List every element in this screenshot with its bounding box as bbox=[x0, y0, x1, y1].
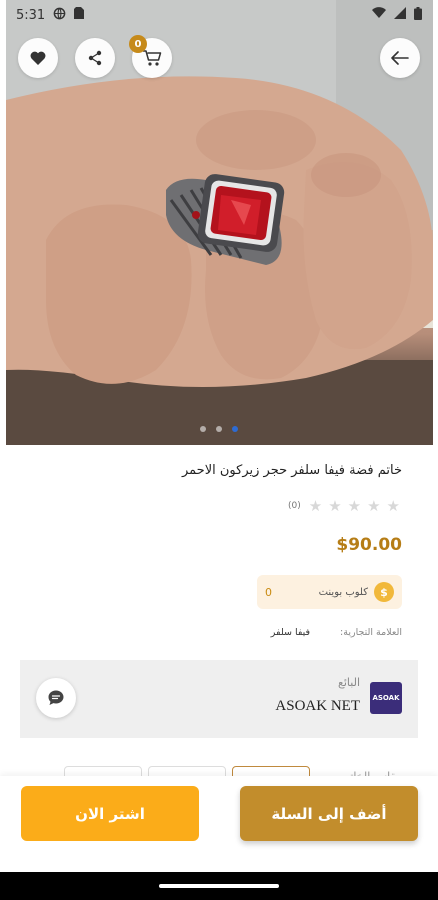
seller-logo: ASOAK bbox=[370, 682, 402, 714]
heart-icon bbox=[30, 51, 46, 65]
share-button[interactable] bbox=[75, 38, 115, 78]
back-button[interactable] bbox=[380, 38, 420, 78]
system-nav-bar bbox=[0, 872, 438, 900]
home-indicator[interactable] bbox=[159, 884, 279, 888]
signal-icon bbox=[394, 7, 406, 23]
seller-card[interactable]: ASOAK البائع ASOAK NET bbox=[20, 660, 418, 738]
product-title: خاتم فضة فيفا سلفر حجر زيركون الاحمر bbox=[181, 463, 402, 478]
gallery-dots bbox=[0, 426, 438, 432]
star-icon: ★ bbox=[347, 497, 362, 515]
product-image[interactable] bbox=[6, 0, 433, 445]
club-points-label-group: $ كلوب بوينت bbox=[319, 582, 394, 602]
globe-icon bbox=[53, 7, 66, 24]
favorite-button[interactable] bbox=[18, 38, 58, 78]
seller-name: ASOAK NET bbox=[275, 698, 360, 714]
arrow-left-icon bbox=[391, 51, 409, 65]
star-icon: ★ bbox=[386, 497, 400, 515]
rating[interactable]: ★ ★ ★ ★ ★ (0) bbox=[288, 497, 400, 515]
club-points-box: $ كلوب بوينت 0 bbox=[257, 575, 402, 609]
coin-icon: $ bbox=[374, 582, 394, 602]
gallery-dot[interactable] bbox=[200, 426, 206, 432]
brand-label: العلامة التجارية: bbox=[340, 627, 402, 638]
cart-icon bbox=[143, 50, 162, 66]
battery-icon bbox=[414, 6, 422, 24]
status-bar: 5:31 bbox=[0, 0, 438, 30]
cart-button[interactable]: 0 bbox=[129, 35, 172, 78]
wifi-icon bbox=[372, 7, 386, 23]
share-icon bbox=[88, 50, 102, 66]
star-icon: ★ bbox=[367, 497, 381, 515]
sim-card-icon bbox=[74, 7, 85, 23]
action-bar: أضف إلى السلة اشتر الان bbox=[0, 776, 438, 872]
ring-on-hand-illustration bbox=[6, 0, 433, 445]
chat-bubble-icon bbox=[48, 690, 64, 705]
status-time: 5:31 bbox=[16, 7, 46, 23]
status-right bbox=[372, 6, 422, 24]
brand-value[interactable]: فيفا سلفر bbox=[271, 627, 310, 638]
star-icon: ★ bbox=[328, 497, 342, 515]
seller-label: البائع bbox=[338, 676, 360, 689]
star-icon: ★ bbox=[308, 497, 323, 515]
add-to-cart-button[interactable]: أضف إلى السلة bbox=[240, 786, 418, 841]
gallery-dot[interactable] bbox=[216, 426, 222, 432]
club-points-label: كلوب بوينت bbox=[318, 586, 368, 598]
product-info: خاتم فضة فيفا سلفر حجر زيركون الاحمر ★ ★… bbox=[20, 445, 418, 660]
club-points-value: 0 bbox=[265, 585, 272, 599]
cart-count-badge: 0 bbox=[129, 35, 147, 53]
status-left: 5:31 bbox=[16, 7, 85, 24]
product-price: $90.00 bbox=[336, 535, 402, 555]
gallery-dot-active[interactable] bbox=[232, 426, 238, 432]
chat-button[interactable] bbox=[36, 678, 76, 718]
rating-count: (0) bbox=[287, 501, 301, 511]
buy-now-button[interactable]: اشتر الان bbox=[21, 786, 199, 841]
brand-row: العلامة التجارية: فيفا سلفر bbox=[271, 627, 402, 638]
